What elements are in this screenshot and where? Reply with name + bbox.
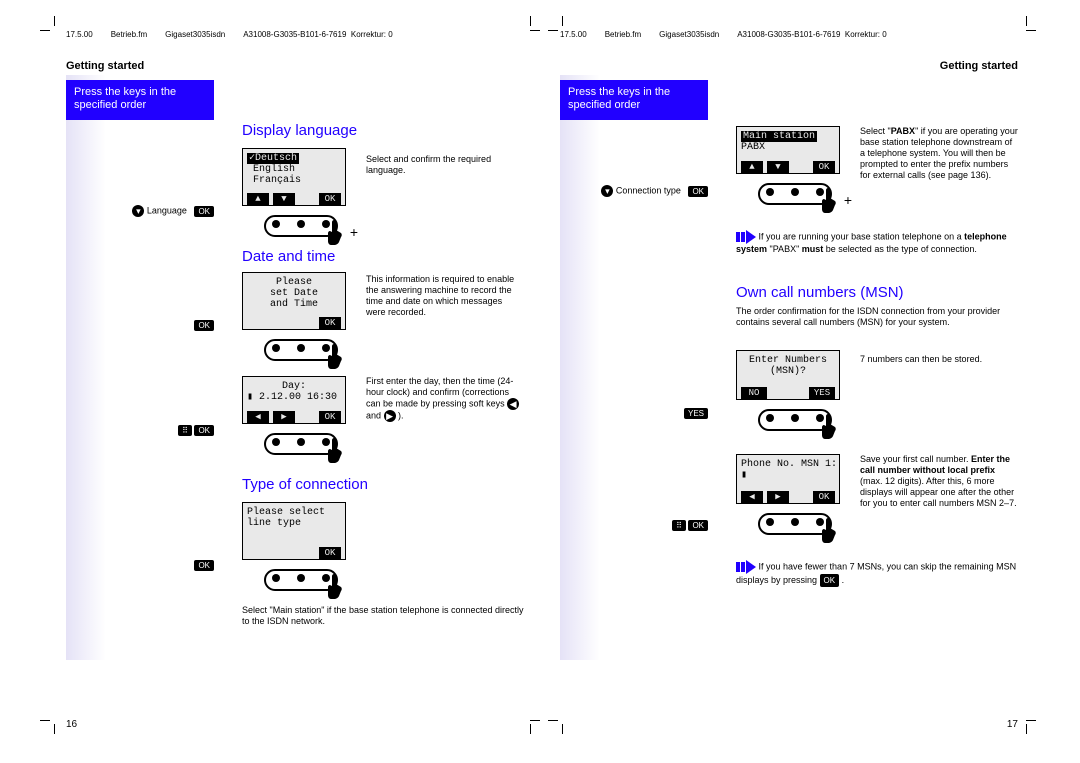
desc-day: First enter the day, then the time (24-h… — [366, 376, 524, 422]
rocker-keys — [754, 406, 836, 430]
heading-display-language: Display language — [242, 122, 357, 139]
rocker-keys — [260, 430, 342, 454]
rocker-keys — [754, 510, 836, 534]
heading-date-time: Date and time — [242, 248, 335, 265]
hint-linetype-ok: OK — [66, 560, 214, 571]
msn-intro: The order confirmation for the ISDN conn… — [736, 306, 1018, 328]
hint-day-keypad: ⠿ OK — [66, 425, 214, 436]
lcd-datetime: Please set Date and Time OK — [242, 272, 346, 330]
hint-msn1-keypad: ⠿ OK — [560, 520, 708, 531]
pointer-icon — [736, 230, 756, 244]
action-strip: Press the keys in the specified order — [560, 80, 708, 120]
running-head: Getting started — [940, 60, 1018, 72]
finger-icon — [820, 186, 840, 214]
plus-icon: + — [844, 192, 852, 208]
down-arrow-icon: ▾ — [601, 185, 613, 197]
note-main-station: Select "Main station" if the base statio… — [242, 605, 524, 627]
softkey-left-icon: ◀ — [741, 491, 763, 503]
running-head: Getting started — [66, 60, 144, 72]
softkey-down-icon: ▼ — [273, 193, 295, 205]
softkey-left-icon: ◀ — [507, 398, 519, 410]
hint-language: ▾ Language OK — [66, 205, 214, 217]
desc-msn1: Save your first call number. Enter the c… — [860, 454, 1018, 509]
page-16: 17.5.00 Betrieb.fm Gigaset3035isdn A3100… — [66, 30, 524, 730]
softkey-no: NO — [741, 387, 767, 399]
hint-connection-type: ▾ Connection type OK — [560, 185, 708, 197]
finger-icon — [326, 572, 346, 600]
lcd-linetype: Please select line type OK — [242, 502, 346, 560]
finger-icon — [326, 342, 346, 370]
down-arrow-icon: ▾ — [132, 205, 144, 217]
lcd-day: Day: ▮ 2.12.00 16:30 ◀ ▶ OK — [242, 376, 346, 424]
desc-datetime: This information is required to enable t… — [366, 274, 524, 318]
lcd-enter-numbers: Enter Numbers (MSN)? NO YES — [736, 350, 840, 400]
rocker-keys: + — [754, 180, 836, 204]
softkey-left-icon: ◀ — [247, 411, 269, 423]
lcd-mainpabx: Main station PABX ▲ ▼ OK — [736, 126, 840, 174]
softkey-up-icon: ▲ — [247, 193, 269, 205]
softkey-right-icon: ▶ — [384, 410, 396, 422]
note-pabx: If you are running your base station tel… — [736, 230, 1018, 255]
page-number: 17 — [1007, 719, 1018, 730]
meta-file: Betrieb.fm — [111, 30, 147, 39]
keypad-icon: ⠿ — [178, 425, 192, 436]
ok-badge: OK — [194, 206, 214, 217]
meta-product: Gigaset3035isdn — [165, 30, 225, 39]
rocker-keys — [260, 566, 342, 590]
plus-icon: + — [350, 224, 358, 240]
softkey-right-icon: ▶ — [273, 411, 295, 423]
keypad-icon: ⠿ — [672, 520, 686, 531]
desc-pabx: Select "PABX" if you are operating your … — [860, 126, 1018, 181]
softkey-yes: YES — [809, 387, 835, 399]
meta-date: 17.5.00 — [66, 30, 93, 39]
finger-icon — [326, 218, 346, 246]
softkey-right-icon: ▶ — [767, 491, 789, 503]
lcd-language: ✓Deutsch English Français ▲ ▼ OK — [242, 148, 346, 206]
hint-datetime-ok: OK — [66, 320, 214, 331]
finger-icon — [326, 436, 346, 464]
meta-docid: A31008-G3035-B101-6-7619 — [243, 30, 346, 39]
action-strip: Press the keys in the specified order — [66, 80, 214, 120]
finger-icon — [820, 412, 840, 440]
note-skip-msn: If you have fewer than 7 MSNs, you can s… — [736, 560, 1018, 587]
softkey-up-icon: ▲ — [741, 161, 763, 173]
page-17: 17.5.00 Betrieb.fm Gigaset3035isdn A3100… — [560, 30, 1018, 730]
heading-type-connection: Type of connection — [242, 476, 368, 493]
pointer-icon — [736, 560, 756, 574]
softkey-ok: OK — [319, 193, 341, 205]
hint-yes: YES — [560, 408, 708, 419]
desc-enter-numbers: 7 numbers can then be stored. — [860, 354, 1018, 365]
doc-meta-right: 17.5.00 Betrieb.fm Gigaset3035isdn A3100… — [560, 30, 1018, 39]
lcd-msn1: Phone No. MSN 1: ▮ ◀ ▶ OK — [736, 454, 840, 504]
heading-own-msn: Own call numbers (MSN) — [736, 284, 904, 301]
rocker-keys — [260, 336, 342, 360]
desc-language: Select and confirm the required language… — [366, 154, 524, 176]
rocker-keys: + — [260, 212, 342, 236]
finger-icon — [820, 516, 840, 544]
page-number: 16 — [66, 719, 77, 730]
doc-meta-left: 17.5.00 Betrieb.fm Gigaset3035isdn A3100… — [66, 30, 524, 39]
softkey-down-icon: ▼ — [767, 161, 789, 173]
